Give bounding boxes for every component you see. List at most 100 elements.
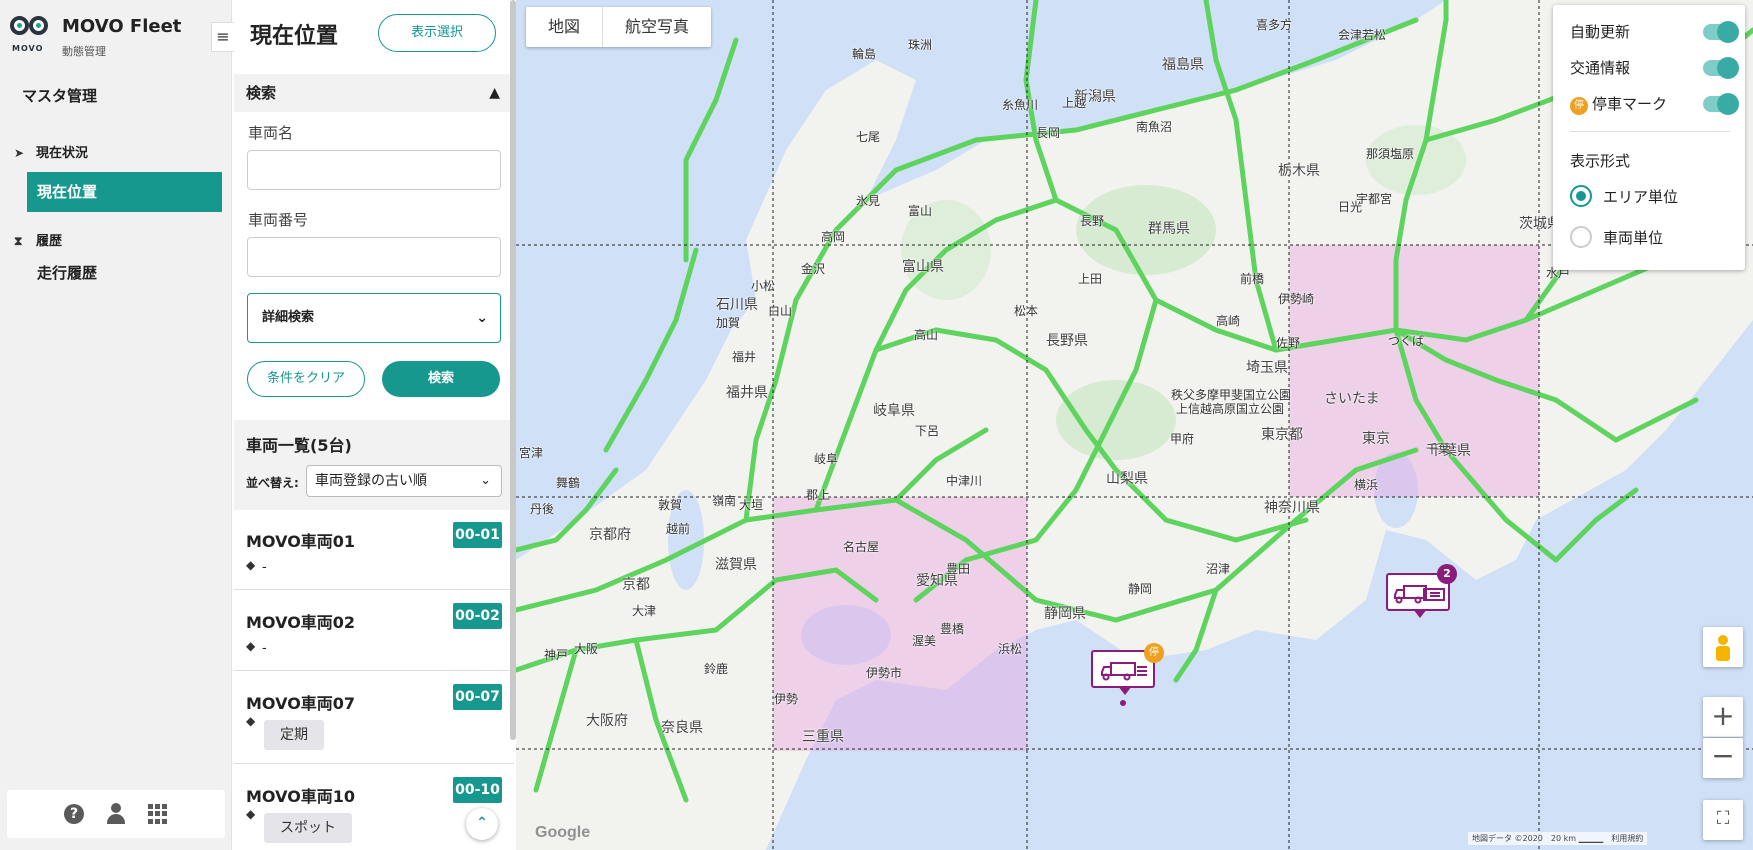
stopped-mark-icon: 停 (1144, 643, 1164, 663)
map-attribution[interactable]: 地図データ ©2020 20 km ▁▁▁▁ 利用規約 (1468, 832, 1648, 845)
map-label: 金沢 (801, 262, 826, 276)
tab-map[interactable]: 地図 (526, 7, 604, 47)
map-label: 小松 (751, 279, 776, 293)
tag-icon: ◆ (246, 639, 256, 653)
hourglass-icon: ⧗ (14, 234, 23, 248)
map-label: 喜多方 (1256, 18, 1293, 32)
map-label: 京都 (622, 577, 650, 593)
map-label: 東京都 (1261, 427, 1303, 443)
area-unit-radio[interactable] (1570, 185, 1592, 207)
help-icon[interactable]: ? (64, 804, 84, 824)
divider (1570, 131, 1730, 132)
map-label: 宮津 (519, 446, 544, 460)
clear-conditions-button[interactable]: 条件をクリア (247, 361, 365, 397)
menu-toggle-icon[interactable]: ≡ (211, 22, 235, 52)
zoom-out-button[interactable]: − (1703, 738, 1743, 778)
traffic-info-toggle[interactable] (1703, 57, 1739, 79)
page-title: 現在位置 (250, 24, 339, 49)
map-label: 岐阜 (814, 452, 839, 466)
map-label: 佐野 (1276, 336, 1301, 350)
stopped-mark-label: 停車マーク (1592, 95, 1668, 113)
logo-ring-right (29, 16, 48, 35)
map-label: つくば (1388, 334, 1425, 348)
vehicle-unit-radio[interactable] (1570, 226, 1592, 248)
map-label: 松本 (1014, 304, 1039, 318)
map-label: 岐阜県 (873, 403, 915, 419)
vehicle-name-input[interactable] (247, 150, 501, 190)
map-label: 豊田 (946, 562, 971, 576)
vehicle-list-title: 車両一覧(5台) (246, 436, 352, 455)
stopped-mark-toggle[interactable] (1703, 93, 1739, 115)
map-label: 長野県 (1046, 333, 1088, 349)
map-label: 大垣 (739, 498, 764, 512)
traffic-info-label: 交通情報 (1570, 59, 1631, 77)
display-select-button[interactable]: 表示選択 (378, 14, 496, 52)
vehicle-name: MOVO車両07 (246, 694, 356, 713)
navigation-arrow-icon: ➤ (14, 146, 25, 160)
vehicle-list-item[interactable]: MOVO車両10 00-10 ◆ スポット (234, 765, 514, 850)
map-type-tabs: 地図 航空写真 (526, 7, 712, 47)
vehicle-location-dot (1120, 700, 1126, 706)
street-view-pegman-icon[interactable] (1703, 627, 1743, 667)
sort-dropdown[interactable]: 車両登録の古い順 ⌄ (306, 465, 502, 497)
map-label: 横浜 (1354, 478, 1379, 492)
map-label: 豊橋 (940, 622, 965, 636)
map-label: 栃木県 (1278, 163, 1320, 179)
map-label: 大津 (632, 604, 657, 618)
logo-ring-left (10, 16, 29, 35)
fullscreen-icon[interactable]: ⛶ (1703, 800, 1743, 840)
nav-item-current-location[interactable]: 現在位置 (27, 172, 222, 212)
vehicle-name: MOVO車両02 (246, 613, 356, 632)
map-label: 高岡 (821, 230, 846, 244)
vehicle-code-badge: 00-07 (453, 684, 502, 710)
map-label: 伊勢崎 (1278, 292, 1315, 306)
map-label: 甲府 (1170, 432, 1195, 446)
detail-search-dropdown[interactable]: 詳細検索 ⌄ (247, 293, 501, 343)
map-label: 鈴鹿 (704, 662, 729, 676)
park-area (1076, 185, 1216, 275)
nav-item-drive-history[interactable]: 走行履歴 (27, 253, 222, 293)
nav-sidebar: MOVO MOVO Fleet 動態管理 ≡ マスタ管理 ➤ 現在状況 現在位置 … (0, 0, 235, 850)
map-label: 敦賀 (658, 498, 683, 512)
vehicle-name-label: 車両名 (248, 124, 294, 142)
user-icon[interactable] (106, 803, 126, 825)
map-label: 白山 (768, 304, 793, 318)
brand-name: MOVO Fleet (62, 16, 182, 37)
vehicle-list-item[interactable]: MOVO車両07 00-07 ◆ 定期 (234, 672, 514, 764)
vehicle-name: MOVO車両01 (246, 532, 356, 551)
map-label: 会津若松 (1338, 28, 1387, 42)
lake-inawashiro (1300, 28, 1332, 52)
vehicle-number-input[interactable] (247, 237, 501, 277)
search-button[interactable]: 検索 (382, 361, 500, 397)
map-label: 福井 (732, 350, 757, 364)
map-label: 滋賀県 (715, 557, 757, 573)
highway (683, 37, 739, 263)
movo-logo: MOVO (10, 14, 50, 58)
apps-grid-icon[interactable] (148, 804, 168, 824)
map-label: 京都府 (589, 527, 631, 543)
zoom-in-button[interactable]: + (1703, 697, 1743, 737)
map-label: 福島県 (1162, 57, 1204, 73)
display-format-title: 表示形式 (1570, 152, 1631, 170)
map-label: 那須塩原 (1366, 147, 1415, 161)
map-label: 伊勢市 (866, 666, 903, 680)
map-label: 高崎 (1216, 314, 1241, 328)
vehicle-list-item[interactable]: MOVO車両01 00-01 ◆ - (234, 510, 514, 590)
vehicle-unit-label: 車両単位 (1603, 229, 1664, 247)
vehicle-list-item[interactable]: MOVO車両02 00-02 ◆ - (234, 591, 514, 671)
auto-update-toggle[interactable] (1703, 21, 1739, 43)
vehicle-number-label: 車両番号 (248, 211, 309, 229)
map-label: 富山 (908, 204, 933, 218)
chevron-down-icon: ⌄ (480, 473, 491, 488)
nav-section-current-status: ➤ 現在状況 (14, 142, 88, 161)
search-panel: 現在位置 表示選択 検索 ▲ 車両名 車両番号 詳細検索 ⌄ 条件をクリア 検索… (234, 0, 514, 850)
map-label: 名古屋 (843, 540, 880, 554)
map-label: 下呂 (915, 424, 940, 438)
tab-satellite[interactable]: 航空写真 (603, 7, 711, 47)
search-section-header[interactable]: 検索 ▲ (234, 74, 514, 112)
map-label: 舞鶴 (556, 476, 581, 490)
scroll-to-top-button[interactable]: ⌃ (466, 808, 498, 840)
map-label: 丹後 (530, 502, 555, 516)
search-header-label: 検索 (246, 84, 277, 102)
nav-master-management[interactable]: マスタ管理 (22, 85, 97, 106)
